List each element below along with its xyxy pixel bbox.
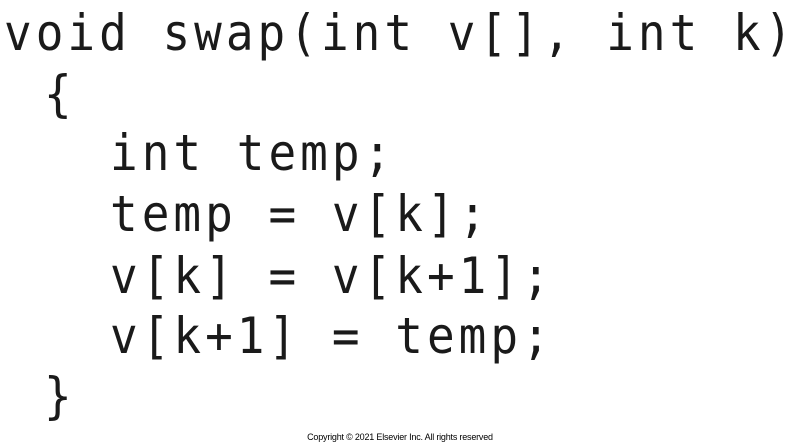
code-line-assign-temp: temp = v[k]; bbox=[110, 184, 491, 243]
code-line-assign-vk1: v[k+1] = temp; bbox=[110, 306, 554, 365]
code-line-open-brace: { bbox=[44, 64, 76, 123]
code-line-declaration: int temp; bbox=[110, 123, 396, 182]
code-line-signature: void swap(int v[], int k) bbox=[4, 3, 797, 63]
code-line-assign-vk: v[k] = v[k+1]; bbox=[110, 246, 554, 305]
code-line-close-brace: } bbox=[44, 366, 76, 425]
code-listing: void swap(int v[], int k) { int temp; te… bbox=[0, 0, 800, 430]
copyright-notice: Copyright © 2021 Elsevier Inc. All right… bbox=[307, 432, 493, 442]
